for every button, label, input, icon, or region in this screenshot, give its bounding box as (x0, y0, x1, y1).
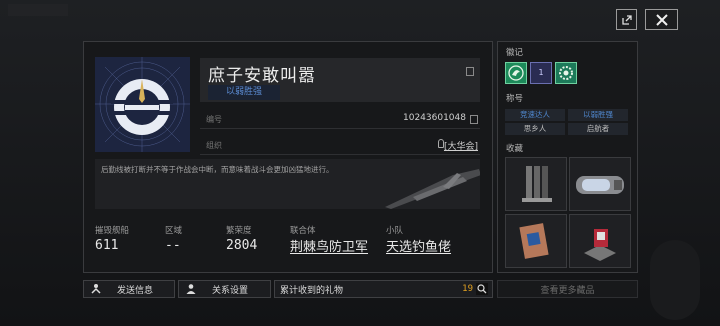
stat-label-alliance: 联合体 (290, 226, 316, 236)
badges-header: 徽记 (506, 48, 524, 58)
title-tag: 以弱胜强 (208, 85, 280, 100)
collection-item[interactable] (505, 214, 567, 268)
person-icon (184, 282, 198, 296)
profile-card: 庶子安敢叫嚣 以弱胜强 编号 10243601048 组织 [大华会] 后勤线被… (83, 41, 493, 273)
battery-rack-icon (522, 166, 552, 202)
side-panel: 徽记 1 称号 竞速达人 以弱胜强 思乡人 启航者 收藏 (497, 41, 638, 273)
badge-number[interactable]: 1 (530, 62, 552, 84)
more-collections-button[interactable]: 查看更多藏品 (497, 280, 638, 298)
gifts-label: 累计收到的礼物 (280, 285, 344, 296)
stat-label-prosperity: 繁荣度 (226, 226, 252, 236)
player-name: 庶子安敢叫嚣 (208, 66, 316, 86)
collection-header: 收藏 (506, 144, 524, 154)
relationship-button[interactable]: 关系设置 (178, 280, 271, 298)
bird-icon (508, 65, 524, 81)
badge-bird[interactable] (505, 62, 527, 84)
ship-silhouette (385, 169, 480, 209)
id-row: 编号 10243601048 (200, 110, 480, 129)
gifts-count: 19 (462, 284, 473, 294)
description-panel: 后勤线被打断并不等于作战会中断，而意味着战斗会更加凶猛地进行。 (95, 159, 480, 209)
close-button[interactable] (645, 9, 678, 30)
send-message-label: 发送信息 (117, 285, 154, 296)
gifts-field[interactable]: 累计收到的礼物 19 (274, 280, 493, 298)
capsule-icon (576, 176, 624, 194)
share-icon (621, 14, 632, 25)
description-text: 后勤线被打断并不等于作战会中断，而意味着战斗会更加凶猛地进行。 (101, 165, 334, 174)
stat-label-squad: 小队 (386, 226, 404, 236)
stat-value-prosperity: 2804 (226, 238, 258, 253)
title-chip[interactable]: 以弱胜强 (568, 109, 628, 121)
group-value[interactable]: [大华会] (444, 139, 478, 152)
background-hud (650, 240, 700, 320)
title-chip[interactable]: 竞速达人 (505, 109, 565, 121)
badge-number-text: 1 (538, 68, 544, 77)
collection-item[interactable] (569, 157, 631, 211)
badge-gear[interactable] (555, 62, 577, 84)
stat-label-region: 区域 (165, 226, 183, 236)
device-icon (584, 229, 616, 261)
title-chip[interactable]: 思乡人 (505, 123, 565, 135)
squad-link[interactable]: 天选钓鱼佬 (386, 236, 451, 255)
stat-value-region: -- (165, 238, 181, 253)
background-hud (8, 4, 68, 16)
send-message-button[interactable]: 发送信息 (83, 280, 175, 298)
stat-value-destroyed: 611 (95, 238, 119, 253)
group-row: 组织 [大华会] (200, 136, 480, 155)
alliance-link[interactable]: 荆棘鸟防卫军 (290, 236, 368, 255)
close-icon (655, 13, 668, 26)
title-chip[interactable]: 启航者 (568, 123, 628, 135)
copy-icon[interactable] (466, 67, 474, 76)
share-button[interactable] (616, 9, 637, 30)
copy-icon[interactable] (470, 115, 478, 124)
more-collections-label: 查看更多藏品 (540, 285, 595, 296)
stat-label-destroyed: 摧毁舰船 (95, 226, 130, 236)
search-icon[interactable] (476, 283, 488, 295)
gear-icon (559, 66, 573, 80)
group-label: 组织 (206, 141, 222, 150)
collection-item[interactable] (569, 214, 631, 268)
relationship-label: 关系设置 (212, 285, 249, 296)
send-icon (89, 282, 103, 296)
plaque-icon (519, 223, 549, 259)
id-label: 编号 (206, 115, 222, 124)
titles-header: 称号 (506, 94, 524, 104)
player-emblem (95, 57, 190, 152)
collection-item[interactable] (505, 157, 567, 211)
id-value: 10243601048 (403, 113, 466, 123)
name-box: 庶子安敢叫嚣 以弱胜强 (200, 58, 480, 102)
